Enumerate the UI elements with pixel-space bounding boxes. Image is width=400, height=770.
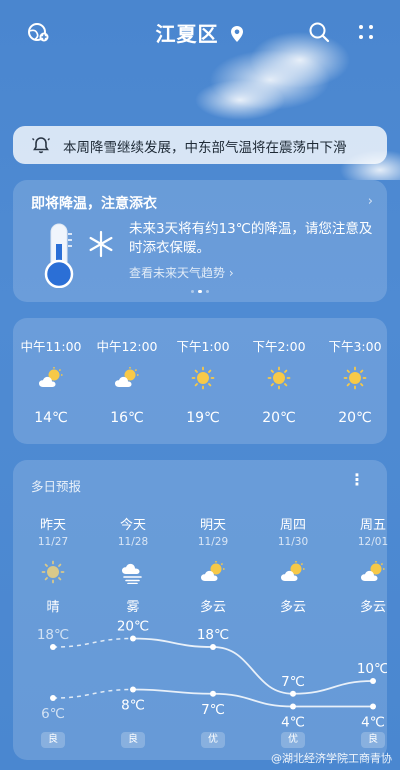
daily-date: 11/30 [277, 536, 309, 548]
low-temp-label: 8℃ [121, 698, 145, 714]
daily-forecast-card[interactable]: 多日预报 ⋮ 昨天 11/27 晴 良 今天 11/28 雾 良 明天 11/2… [13, 460, 388, 760]
daily-date: 11/29 [197, 536, 229, 548]
watermark-text: @湖北经济学院工商青协 [271, 752, 392, 765]
daily-day: 周四 [279, 518, 306, 533]
high-temp-label: 10℃ [357, 661, 387, 677]
low-temp-point [210, 690, 216, 697]
low-temp-label: 4℃ [361, 715, 385, 731]
daily-day: 昨天 [39, 518, 66, 533]
partly-cloudy-icon [281, 561, 305, 581]
high-temp-label: 20℃ [117, 620, 149, 635]
location-pin-icon [230, 24, 244, 48]
chevron-right-icon: › [367, 194, 373, 209]
daily-weather: 雾 [126, 600, 140, 615]
location-title[interactable]: 江夏区 [0, 18, 400, 48]
top-bar: 江夏区 [0, 14, 400, 54]
sunny-icon [41, 560, 65, 584]
hourly-time: 下午1:00 [176, 339, 230, 354]
search-icon[interactable] [303, 16, 335, 48]
hourly-temp: 16℃ [110, 410, 144, 426]
low-temp-point [290, 703, 296, 710]
aqi-badge: 优 [201, 732, 225, 748]
partly-cloudy-icon [115, 367, 139, 387]
aqi-badge: 良 [121, 732, 145, 748]
snowflake-icon [87, 230, 115, 262]
high-temp-point [290, 690, 296, 697]
thermometer-icon [41, 222, 77, 292]
high-temp-label: 18℃ [37, 627, 69, 643]
daily-weather: 多云 [359, 600, 386, 615]
daily-weather: 晴 [46, 600, 60, 615]
low-temp-line [132, 688, 373, 708]
high-temp-label: 7℃ [281, 674, 305, 690]
low-temp-label: 7℃ [201, 702, 225, 718]
aqi-badge: 良 [361, 732, 385, 748]
hourly-temp: 14℃ [34, 410, 68, 426]
daily-day: 明天 [199, 518, 226, 533]
hourly-time: 下午2:00 [252, 339, 306, 354]
news-notice-bar[interactable]: 本周降雪继续发展，中东部气温将在震荡中下滑 [13, 126, 387, 164]
hourly-time: 下午3:00 [328, 339, 382, 354]
sunny-icon [267, 366, 291, 390]
carousel-dots [13, 290, 387, 293]
more-options-icon[interactable]: ⋮ [349, 470, 365, 489]
hourly-forecast-card[interactable]: 中午11:00 14℃ 中午12:00 16℃ 下午1:00 19℃ 下午2:0… [13, 318, 387, 444]
high-temp-point [130, 635, 136, 642]
hourly-time: 中午12:00 [96, 339, 158, 354]
daily-weather: 多云 [279, 600, 306, 615]
high-temp-point [50, 644, 56, 650]
weather-alert-card[interactable]: 即将降温，注意添衣 › 未来3天将有约13℃的降温，请您注意及时添衣保暖。 查看… [13, 180, 387, 302]
low-temp-point [130, 686, 136, 693]
temperature-trend-chart: 18℃ 6℃ 20℃ 8℃ 18℃ 7℃ 7℃ 4℃ 10℃ 4℃ [37, 620, 387, 731]
high-temp-point [210, 644, 216, 650]
high-temp-label: 18℃ [197, 627, 229, 643]
trend-link[interactable]: 查看未来天气趋势 › [129, 264, 234, 281]
more-icon[interactable] [350, 16, 382, 48]
hourly-temp: 19℃ [186, 410, 220, 426]
chevron-right-icon: › [228, 266, 234, 280]
daily-weather: 多云 [199, 600, 226, 615]
low-temp-label: 4℃ [281, 715, 305, 731]
hourly-temp: 20℃ [338, 410, 372, 426]
daily-date: 12/01 [357, 536, 389, 548]
daily-date: 11/27 [37, 536, 69, 548]
partly-cloudy-icon [201, 561, 225, 581]
daily-date: 11/28 [117, 536, 149, 548]
aqi-badge: 良 [41, 732, 65, 748]
low-temp-point [370, 703, 376, 710]
alert-body: 未来3天将有约13℃的降温，请您注意及时添衣保暖。 [129, 221, 373, 256]
alert-title: 即将降温，注意添衣 [31, 196, 157, 212]
high-temp-line [132, 637, 374, 695]
partly-cloudy-icon [361, 561, 385, 581]
aqi-badge: 优 [281, 732, 305, 748]
partly-cloudy-icon [39, 367, 63, 387]
fog-icon [122, 563, 142, 584]
low-temp-label: 6℃ [41, 706, 65, 722]
hourly-time: 中午11:00 [20, 339, 82, 354]
location-name: 江夏区 [155, 22, 219, 46]
hourly-temp: 20℃ [262, 410, 296, 426]
sunny-icon [191, 366, 215, 390]
high-temp-point [370, 678, 376, 684]
daily-title: 多日预报 [31, 479, 82, 494]
notice-text: 本周降雪继续发展，中东部气温将在震荡中下滑 [63, 140, 347, 156]
bell-icon [31, 135, 51, 159]
daily-day: 今天 [119, 518, 146, 533]
low-temp-point [50, 695, 56, 701]
sunny-icon [343, 366, 367, 390]
daily-day: 周五 [359, 518, 386, 533]
